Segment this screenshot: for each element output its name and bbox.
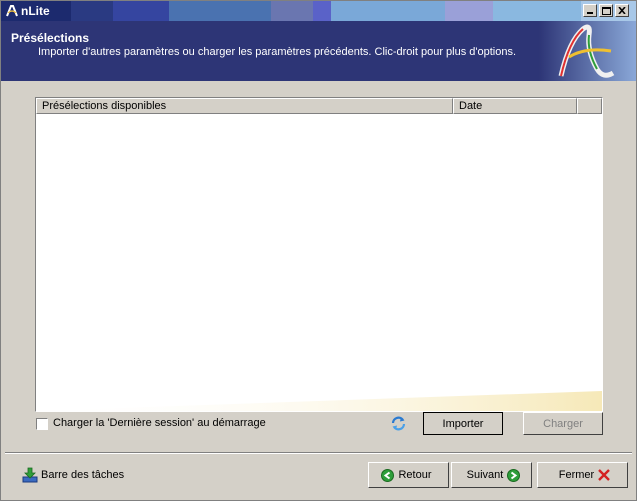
back-button-label: Retour (398, 469, 432, 481)
back-button[interactable]: Retour (368, 462, 449, 488)
title-bar[interactable]: nLite (1, 1, 636, 21)
load-button[interactable]: Charger (523, 412, 603, 435)
column-header-empty[interactable] (577, 98, 602, 114)
next-arrow-icon (507, 468, 521, 482)
close-button[interactable]: Fermer (537, 462, 628, 488)
list-header: Présélections disponibles Date (36, 98, 602, 114)
next-button-label: Suivant (466, 469, 504, 481)
back-arrow-icon (381, 468, 395, 482)
column-header-available-presets[interactable]: Présélections disponibles (36, 98, 453, 114)
list-body[interactable] (36, 114, 602, 411)
minimize-button[interactable] (583, 4, 597, 17)
load-button-label: Charger (543, 417, 583, 430)
next-button[interactable]: Suivant (451, 462, 532, 488)
column-header-date[interactable]: Date (453, 98, 577, 114)
presets-list[interactable]: Présélections disponibles Date (35, 97, 603, 412)
load-last-session-checkbox[interactable] (36, 418, 48, 430)
header-banner: Présélections Importer d'autres paramètr… (1, 21, 636, 81)
nlite-window: nLite Présélections Importer d'autres pa… (0, 0, 637, 501)
list-decoration (36, 391, 602, 411)
page-title: Présélections (11, 31, 90, 45)
load-last-session-label[interactable]: Charger la 'Dernière session' au démarra… (53, 417, 266, 429)
minimize-icon (587, 12, 593, 14)
window-title: nLite (21, 4, 50, 18)
maximize-button[interactable] (599, 4, 613, 17)
refresh-icon[interactable] (390, 415, 407, 432)
taskbar-label[interactable]: Barre des tâches (41, 469, 124, 481)
taskbar-download-icon[interactable] (22, 467, 38, 483)
close-x-icon (598, 469, 611, 481)
nlite-logo-icon (6, 5, 18, 17)
maximize-icon (601, 6, 611, 15)
close-icon (618, 7, 626, 14)
import-button[interactable]: Importer (423, 412, 503, 435)
footer-separator (5, 452, 632, 454)
close-window-button[interactable] (615, 4, 629, 17)
import-button-label: Importer (442, 417, 484, 430)
nlite-banner-logo-icon (539, 21, 636, 81)
page-description: Importer d'autres paramètres ou charger … (38, 46, 517, 58)
close-button-label: Fermer (558, 469, 595, 481)
